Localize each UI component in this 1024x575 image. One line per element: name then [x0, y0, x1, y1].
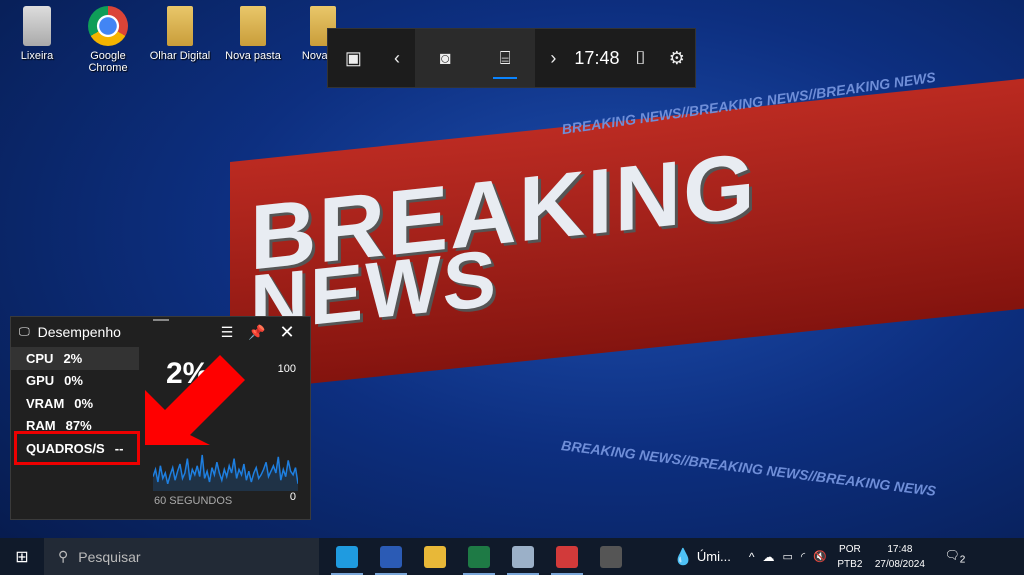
folder-icon [167, 6, 193, 46]
close-icon[interactable]: ✕ [272, 322, 302, 343]
desktop-icon-nova-pasta[interactable]: Nova pasta [218, 6, 288, 62]
icon-label: Google Chrome [88, 50, 128, 74]
drag-handle[interactable] [153, 319, 169, 321]
widget-title: Desempenho [37, 324, 121, 340]
weather-icon[interactable]: 💧 [673, 547, 693, 567]
wifi-icon[interactable]: ◜ [801, 550, 805, 563]
xbox-game-bar: ▣ ‹ ◙ ⌸ › 17:48 ⌷ ⚙ [327, 28, 696, 88]
word-icon [380, 545, 402, 568]
taskbar: ⊞ ⚲ Pesquisar 💧 Úmi... ^ ☁ ▭ ◜ 🔇 POR PTB2 … [0, 538, 1024, 575]
forward-icon[interactable]: › [535, 29, 571, 87]
battery-icon[interactable]: ▭ [783, 550, 793, 563]
taskbar-app[interactable] [369, 538, 413, 575]
taskbar-app[interactable] [413, 538, 457, 575]
metric-name: VRAM [26, 395, 65, 411]
metric-name: CPU [26, 350, 54, 366]
search-placeholder: Pesquisar [78, 548, 141, 565]
monitor-icon: 🖵 [19, 325, 30, 338]
performance-icon[interactable]: ⌸ [475, 29, 535, 87]
taskbar-app[interactable] [501, 538, 545, 575]
taskbar-app[interactable] [545, 538, 589, 575]
notification-count: 2 [959, 554, 966, 566]
excel-icon [468, 545, 490, 568]
clock-time: 17:48 [887, 543, 913, 555]
start-button[interactable]: ⊞ [0, 538, 44, 575]
settings-icon[interactable]: ⚙ [659, 29, 695, 87]
language-indicator[interactable]: POR PTB2 [835, 542, 865, 572]
clock-date: 27/08/2024 [874, 558, 925, 570]
metric-value: 0% [74, 395, 94, 411]
edge-icon [336, 545, 358, 568]
desktop-icon-olhar-digital[interactable]: Olhar Digital [145, 6, 215, 62]
metric-vram[interactable]: VRAM 0% [11, 392, 139, 415]
onedrive-icon[interactable]: ☁ [763, 550, 775, 564]
axis-min: 0 [289, 491, 296, 503]
widget-menu-icon[interactable]: ▣ [328, 29, 379, 87]
chrome-icon [88, 6, 128, 46]
metric-value: 2% [63, 350, 83, 366]
file-explorer-icon [424, 545, 446, 568]
weather-text[interactable]: Úmi... [697, 549, 731, 564]
axis-max: 100 [277, 363, 296, 375]
volume-muted-icon[interactable]: 🔇 [813, 550, 827, 563]
taskbar-app[interactable] [325, 538, 369, 575]
notifications-button[interactable]: 🗨2 [935, 548, 975, 565]
active-indicator [493, 77, 518, 79]
folder-icon [240, 6, 266, 46]
mouse-icon[interactable]: ⌷ [622, 29, 658, 87]
search-box[interactable]: ⚲ Pesquisar [44, 538, 319, 575]
pin-icon[interactable]: 📌 [242, 324, 272, 341]
metric-name: GPU [26, 373, 55, 389]
highlight-box [14, 431, 140, 465]
obs-icon [600, 545, 622, 568]
snipping-tool-icon [556, 545, 578, 568]
capture-icon[interactable]: ◙ [415, 29, 475, 87]
desktop-icon-lixeira[interactable]: Lixeira [2, 6, 72, 62]
desktop-icon-chrome[interactable]: Google Chrome [73, 6, 143, 74]
notepad-icon [512, 545, 534, 568]
lang: POR [839, 543, 861, 555]
icon-label: Olhar Digital [149, 50, 211, 62]
back-icon[interactable]: ‹ [379, 29, 415, 87]
time-label: 60 SEGUNDOS [154, 495, 233, 507]
chevron-up-icon[interactable]: ^ [749, 550, 755, 564]
windows-icon: ⊞ [15, 548, 29, 566]
keyboard: PTB2 [837, 558, 863, 570]
gamebar-clock: 17:48 [574, 47, 620, 68]
metric-gpu[interactable]: GPU 0% [11, 370, 139, 393]
taskbar-app[interactable] [589, 538, 633, 575]
cpu-graph [153, 454, 298, 491]
taskbar-app[interactable] [457, 538, 501, 575]
options-icon[interactable]: ☰ [212, 324, 242, 341]
search-icon: ⚲ [58, 548, 69, 564]
clock[interactable]: 17:48 27/08/2024 [865, 542, 935, 572]
icon-label: Lixeira [20, 50, 54, 62]
recycle-bin-icon [23, 6, 51, 46]
metric-cpu[interactable]: CPU 2% [11, 347, 139, 370]
red-arrow-annotation [145, 355, 245, 445]
metric-value: 0% [64, 373, 83, 389]
icon-label: Nova pasta [225, 50, 281, 62]
